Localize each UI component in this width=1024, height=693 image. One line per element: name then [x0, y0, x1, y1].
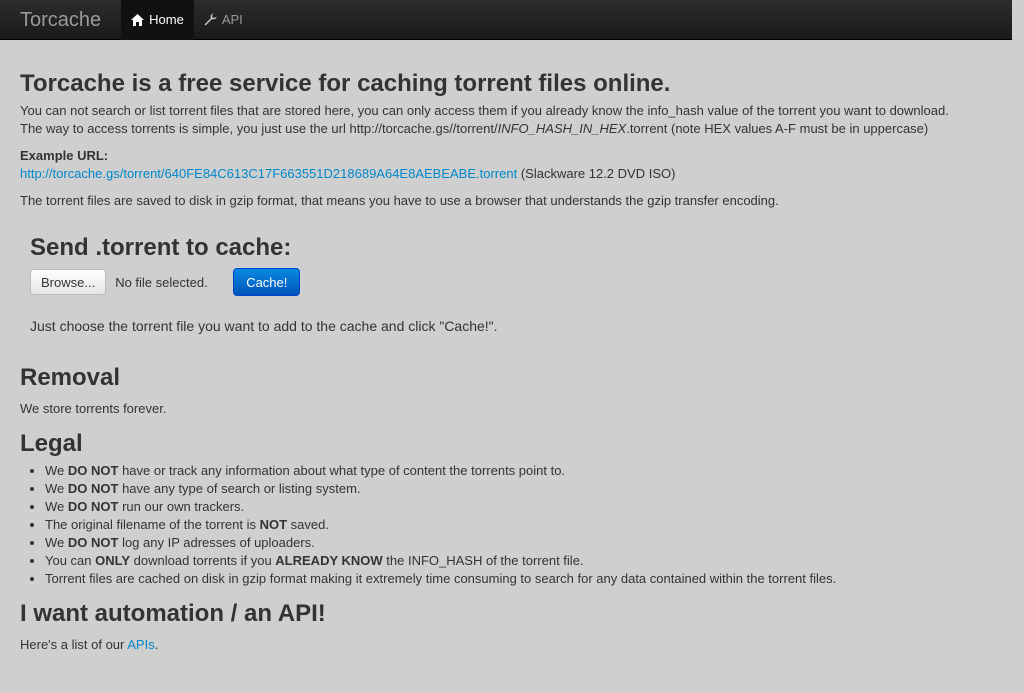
legal-item: The original filename of the torrent is … — [45, 516, 992, 534]
example-url-note: (Slackware 12.2 DVD ISO) — [517, 166, 676, 181]
nav-home-label: Home — [149, 12, 184, 27]
legal-item: We DO NOT run our own trackers. — [45, 498, 992, 516]
legal-item: We DO NOT have or track any information … — [45, 462, 992, 480]
browse-button[interactable]: Browse... — [30, 269, 107, 295]
upload-form: Browse... No file selected. Cache! — [30, 268, 982, 296]
legal-title: Legal — [20, 430, 83, 457]
intro-line-2-hash: INFO_HASH_IN_HEX — [497, 121, 627, 136]
intro-line-1: You can not search or list torrent files… — [20, 103, 949, 118]
page-title: Torcache is a free service for caching t… — [20, 70, 671, 97]
upload-hint: Just choose the torrent file you want to… — [30, 318, 498, 334]
intro-line-2-prefix: The way to access torrents is simple, yo… — [20, 121, 498, 136]
nav-api-label: API — [221, 12, 243, 27]
cache-button[interactable]: Cache! — [233, 268, 301, 296]
api-link[interactable]: APIs — [127, 637, 154, 652]
api-title: I want automation / an API! — [20, 600, 326, 627]
example-url-label: Example URL: — [20, 148, 109, 163]
upload-section: Send .torrent to cache: Browse... No fil… — [20, 234, 992, 335]
legal-list: We DO NOT have or track any information … — [20, 462, 992, 588]
nav-home[interactable]: Home — [121, 0, 194, 40]
file-status: No file selected. — [115, 274, 208, 290]
nav-api[interactable]: API — [194, 0, 253, 40]
top-navbar: Torcache Home API — [0, 0, 1012, 40]
brand-logo[interactable]: Torcache — [0, 0, 121, 40]
removal-title: Removal — [20, 364, 121, 391]
gzip-note: The torrent files are saved to disk in g… — [20, 193, 779, 208]
removal-text: We store torrents forever. — [20, 401, 167, 416]
api-text: Here's a list of our APIs. — [20, 637, 159, 652]
legal-item: We DO NOT log any IP adresses of uploade… — [45, 534, 992, 552]
example-url-link[interactable]: http://torcache.gs/torrent/640FE84C613C1… — [20, 166, 517, 181]
upload-title: Send .torrent to cache: — [30, 234, 292, 261]
home-icon — [131, 13, 145, 26]
main-content: Torcache is a free service for caching t… — [0, 70, 1012, 654]
legal-item: Torrent files are cached on disk in gzip… — [45, 570, 992, 588]
legal-item: We DO NOT have any type of search or lis… — [45, 480, 992, 498]
intro-line-2-suffix: .torrent (note HEX values A-F must be in… — [626, 121, 929, 136]
wrench-icon — [204, 13, 217, 26]
intro-line-2: The way to access torrents is simple, yo… — [20, 120, 992, 138]
intro-text: You can not search or list torrent files… — [20, 102, 992, 138]
example-url-block: Example URL: http://torcache.gs/torrent/… — [20, 147, 992, 183]
legal-item: You can ONLY download torrents if you AL… — [45, 552, 992, 570]
